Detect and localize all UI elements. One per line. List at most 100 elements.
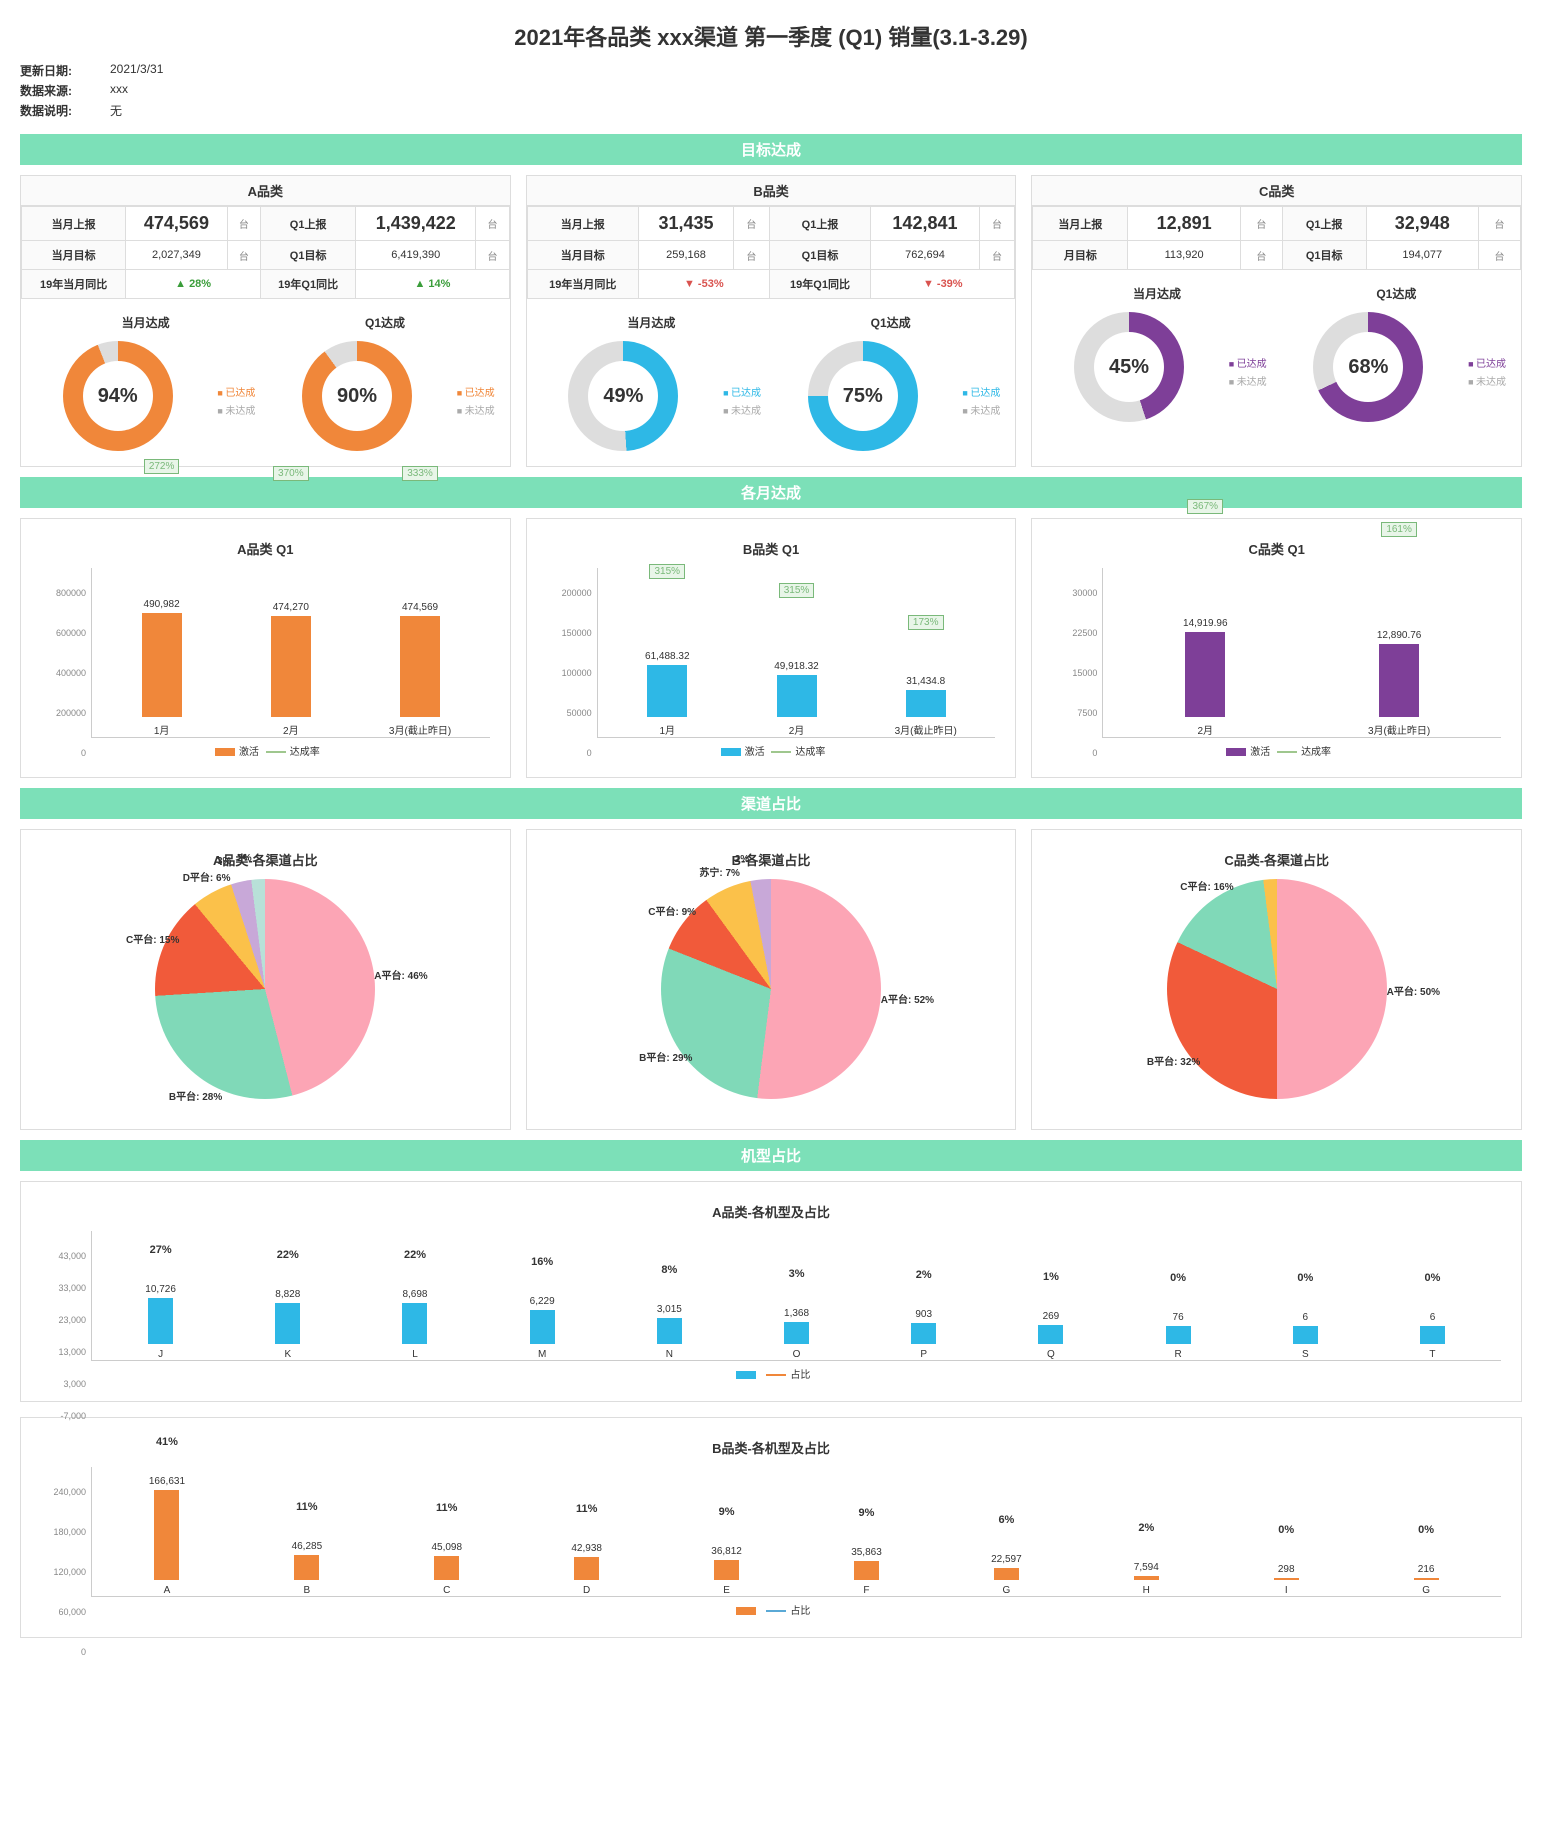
- bar-group: 9% 35,863 F: [802, 1547, 932, 1596]
- yoy-down-icon: -39%: [871, 270, 1015, 299]
- chart-model_B: B品类-各机型及占比 240,000180,000120,00060,0000 …: [20, 1417, 1522, 1638]
- bar: [1379, 644, 1419, 717]
- panel-c: C品类 当月上报 12,891 台 Q1上报 32,948 台 月目标 113,…: [1031, 175, 1522, 467]
- kpi-table-c: 当月上报 12,891 台 Q1上报 32,948 台 月目标 113,920 …: [1032, 206, 1521, 270]
- meta-block: 更新日期:2021/3/31 数据来源:xxx 数据说明:无: [20, 62, 1522, 119]
- chart-pie_A: A品类-各渠道占比 A平台: 46%B平台: 28%C平台: 15%D平台: 6…: [20, 829, 511, 1130]
- page-title: 2021年各品类 xxx渠道 第一季度 (Q1) 销量(3.1-3.29): [20, 20, 1522, 52]
- bar: [1134, 1576, 1159, 1580]
- chart-monthly_A: A品类 Q1 8000006000004000002000000 272% 49…: [20, 518, 511, 778]
- bar-group: 315% 61,488.32 1月: [618, 651, 717, 737]
- donut-q1-title: Q1达成: [275, 314, 494, 331]
- y-axis: 30000225001500075000: [1052, 588, 1097, 758]
- bar-group: 370% 474,270 2月: [241, 602, 340, 737]
- meta-note-label: 数据说明:: [20, 102, 80, 119]
- pie: A平台: 52%B平台: 29%C平台: 9%苏宁: 7%2%: [661, 879, 881, 1099]
- donut-c-month: 45%: [1074, 312, 1184, 422]
- panel-b-title: B品类: [527, 176, 1016, 206]
- bar-group: 22% 8,828 K: [229, 1289, 346, 1360]
- chart-model_A: A品类-各机型及占比 43,00033,00023,00013,0003,000…: [20, 1181, 1522, 1402]
- bar-group: 0% 216 G: [1361, 1564, 1491, 1596]
- yoy-up-icon: 14%: [356, 270, 509, 299]
- meta-update-label: 更新日期:: [20, 62, 80, 79]
- bar: [574, 1557, 599, 1580]
- panel-b: B品类 当月上报 31,435 台 Q1上报 142,841 台 当月目标 25…: [526, 175, 1017, 467]
- bar: [1185, 632, 1225, 717]
- section-model: 机型占比: [20, 1140, 1522, 1171]
- chart-legend: 激活 达成率: [1052, 743, 1501, 758]
- bar-group: 161% 12,890.76 3月(截止昨日): [1317, 630, 1481, 737]
- bar-group: 11% 45,098 C: [382, 1542, 512, 1596]
- chart-monthly_B: B品类 Q1 200000150000100000500000 315% 61,…: [526, 518, 1017, 778]
- kpi-table-a: 当月上报 474,569 台 Q1上报 1,439,422 台 当月目标 2,0…: [21, 206, 510, 299]
- bar-group: 6% 22,597 G: [941, 1554, 1071, 1596]
- bar-group: 27% 10,726 J: [102, 1284, 219, 1360]
- bar: [271, 616, 311, 717]
- donut-b-month: 49%: [568, 341, 678, 451]
- chart-legend: 占比: [41, 1366, 1501, 1381]
- bar: [906, 690, 946, 717]
- bar-group: 9% 36,812 E: [662, 1546, 792, 1596]
- meta-source-label: 数据来源:: [20, 82, 80, 99]
- kpi-row: A品类 当月上报 474,569 台 Q1上报 1,439,422 台 当月目标…: [20, 175, 1522, 467]
- bar: [657, 1318, 682, 1344]
- bar-group: 173% 31,434.8 3月(截止昨日): [876, 676, 975, 737]
- bar-group: 22% 8,698 L: [356, 1289, 473, 1360]
- bar-group: 11% 46,285 B: [242, 1541, 372, 1596]
- bar-group: 0% 76 R: [1120, 1312, 1237, 1360]
- chart-pie_C: C品类-各渠道占比 A平台: 50%B平台: 32%C平台: 16%: [1031, 829, 1522, 1130]
- y-axis: 8000006000004000002000000: [41, 588, 86, 758]
- section-monthly: 各月达成: [20, 477, 1522, 508]
- bar: [434, 1556, 459, 1580]
- donut-c-q1: 68%: [1313, 312, 1423, 422]
- bar: [1293, 1326, 1318, 1344]
- bar: [994, 1568, 1019, 1580]
- bar: [275, 1303, 300, 1344]
- bar: [400, 616, 440, 717]
- model-charts-row: A品类-各机型及占比 43,00033,00023,00013,0003,000…: [20, 1181, 1522, 1638]
- bar-group: 3% 1,368 O: [738, 1308, 855, 1360]
- bar: [148, 1298, 173, 1344]
- bar: [1414, 1578, 1439, 1580]
- section-target: 目标达成: [20, 134, 1522, 165]
- pie-charts-row: A品类-各渠道占比 A平台: 46%B平台: 28%C平台: 15%D平台: 6…: [20, 829, 1522, 1130]
- meta-note-value: 无: [110, 102, 122, 119]
- panel-a-title: A品类: [21, 176, 510, 206]
- bar: [142, 613, 182, 717]
- bar: [854, 1561, 879, 1580]
- bar-group: 0% 298 I: [1221, 1564, 1351, 1596]
- chart-monthly_C: C品类 Q1 30000225001500075000 367% 14,919.…: [1031, 518, 1522, 778]
- pie: A平台: 46%B平台: 28%C平台: 15%D平台: 6%3%2%: [155, 879, 375, 1099]
- chart-legend: 激活 达成率: [547, 743, 996, 758]
- bar-group: 333% 474,569 3月(截止昨日): [370, 602, 469, 737]
- bar-group: 0% 6 T: [1374, 1312, 1491, 1360]
- bar: [777, 675, 817, 717]
- bar: [154, 1490, 179, 1580]
- section-channel: 渠道占比: [20, 788, 1522, 819]
- bar: [911, 1323, 936, 1344]
- yoy-down-icon: -53%: [638, 270, 769, 299]
- bar: [1420, 1326, 1445, 1344]
- bar-group: 41% 166,631 A: [102, 1476, 232, 1596]
- bar-group: 8% 3,015 N: [611, 1304, 728, 1360]
- donut-b-q1: 75%: [808, 341, 918, 451]
- bar-group: 0% 6 S: [1247, 1312, 1364, 1360]
- chart-pie_B: B-各渠道占比 A平台: 52%B平台: 29%C平台: 9%苏宁: 7%2%: [526, 829, 1017, 1130]
- panel-c-title: C品类: [1032, 176, 1521, 206]
- bar: [714, 1560, 739, 1580]
- bar: [784, 1322, 809, 1344]
- bar: [1038, 1325, 1063, 1344]
- y-axis: 240,000180,000120,00060,0000: [41, 1487, 86, 1657]
- donut-a-month: 94%: [63, 341, 173, 451]
- bar: [402, 1303, 427, 1344]
- donut-a-q1: 90%: [302, 341, 412, 451]
- chart-legend: 激活 达成率: [41, 743, 490, 758]
- meta-update-value: 2021/3/31: [110, 62, 163, 79]
- pie: A平台: 50%B平台: 32%C平台: 16%: [1167, 879, 1387, 1099]
- monthly-charts-row: A品类 Q1 8000006000004000002000000 272% 49…: [20, 518, 1522, 778]
- bar: [530, 1310, 555, 1344]
- bar: [1274, 1578, 1299, 1580]
- bar-group: 2% 903 P: [865, 1309, 982, 1360]
- bar-group: 315% 49,918.32 2月: [747, 661, 846, 737]
- panel-a: A品类 当月上报 474,569 台 Q1上报 1,439,422 台 当月目标…: [20, 175, 511, 467]
